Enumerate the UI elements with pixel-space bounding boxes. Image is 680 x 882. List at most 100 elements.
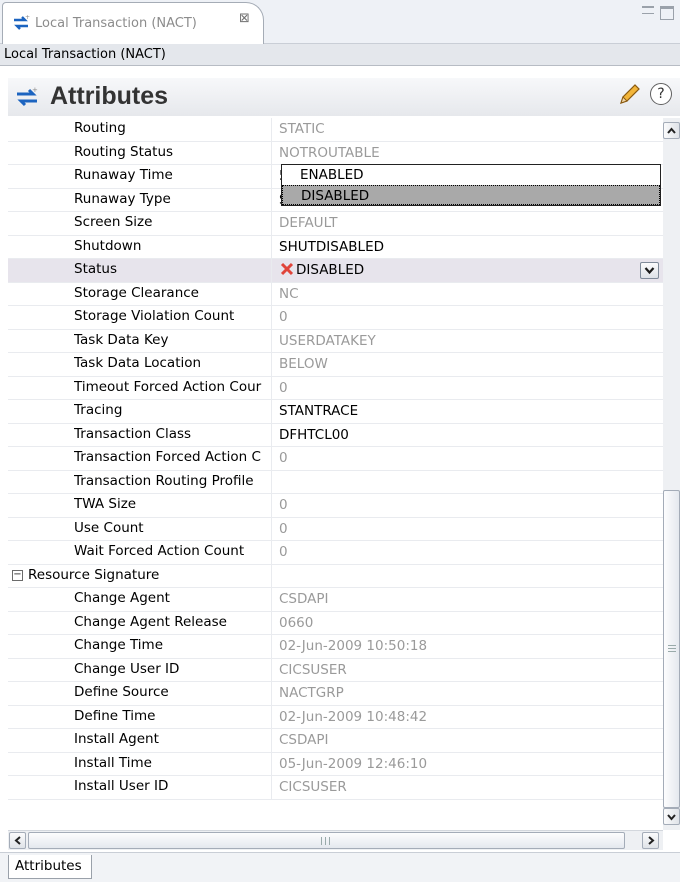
property-name: Storage Clearance	[74, 284, 199, 301]
table-row[interactable]: Routing STATIC	[8, 118, 663, 142]
collapse-icon[interactable]: −	[12, 569, 23, 581]
editor-tab[interactable]: + Local Transaction (NACT) ⊠	[2, 2, 264, 44]
vertical-scrollbar[interactable]	[663, 118, 680, 830]
close-tab-icon[interactable]: ⊠	[239, 12, 253, 26]
chevron-down-icon	[667, 814, 676, 821]
column-divider	[271, 259, 272, 282]
table-row[interactable]: Tracing STANTRACE	[8, 400, 663, 424]
edit-pencil-icon[interactable]	[616, 82, 642, 108]
section-title: Attributes	[50, 82, 169, 110]
property-name: Tracing	[74, 402, 123, 418]
property-value: 0	[279, 309, 288, 325]
property-value: 0	[279, 497, 288, 513]
table-row[interactable]: Shutdown SHUTDISABLED	[8, 235, 663, 259]
table-row[interactable]: Transaction Forced Action C 0	[8, 447, 663, 471]
property-name: Transaction Routing Profile	[74, 472, 254, 489]
property-name: Timeout Forced Action Cour	[74, 378, 262, 395]
scroll-down-button[interactable]	[663, 808, 680, 825]
table-row[interactable]: Status DISABLED	[8, 259, 663, 283]
column-divider	[271, 682, 272, 705]
column-divider	[271, 729, 272, 752]
scroll-left-button[interactable]	[9, 832, 26, 849]
table-row[interactable]: Task Data Location BELOW	[8, 353, 663, 377]
table-row[interactable]: Change User ID CICSUSER	[8, 658, 663, 682]
property-value: CSDAPI	[279, 732, 329, 748]
column-divider	[271, 235, 272, 258]
table-row[interactable]: Change Time 02-Jun-2009 10:50:18	[8, 635, 663, 659]
table-row[interactable]: Install User ID CICSUSER	[8, 776, 663, 800]
property-name: Runaway Type	[74, 190, 171, 207]
editor-tab-strip: + Local Transaction (NACT) ⊠	[0, 0, 680, 44]
svg-text:+: +	[25, 14, 30, 21]
table-row[interactable]: Define Time 02-Jun-2009 10:48:42	[8, 705, 663, 729]
status-combo-value[interactable]: DISABLED	[279, 262, 364, 278]
property-name: Define Time	[74, 707, 156, 724]
status-dropdown-list[interactable]: ENABLED DISABLED	[281, 164, 661, 206]
dropdown-option-enabled[interactable]: ENABLED	[282, 165, 660, 185]
property-value: NACTGRP	[279, 685, 344, 701]
vertical-scroll-thumb[interactable]	[663, 490, 680, 808]
table-row[interactable]: Transaction Routing Profile	[8, 470, 663, 494]
column-divider	[271, 329, 272, 352]
help-icon[interactable]: ?	[650, 83, 672, 105]
chevron-up-icon	[667, 127, 676, 134]
property-name: TWA Size	[74, 496, 137, 512]
table-row[interactable]: Transaction Class DFHTCL00	[8, 423, 663, 447]
table-row[interactable]: Use Count 0	[8, 517, 663, 541]
table-row[interactable]: Task Data Key USERDATAKEY	[8, 329, 663, 353]
column-divider	[271, 776, 272, 799]
table-row[interactable]: Storage Violation Count 0	[8, 306, 663, 330]
tab-attributes[interactable]: Attributes	[8, 855, 92, 879]
property-name: Screen Size	[74, 214, 153, 230]
column-divider	[271, 658, 272, 681]
property-value: NOTROUTABLE	[279, 144, 380, 161]
column-divider	[271, 118, 272, 141]
property-name: Task Data Key	[74, 331, 169, 348]
scroll-up-button[interactable]	[663, 122, 680, 139]
attributes-section-header: + Attributes ?	[8, 78, 680, 116]
property-value: USERDATAKEY	[279, 332, 376, 349]
property-value: CSDAPI	[279, 591, 329, 607]
column-divider	[271, 423, 272, 446]
property-value: DEFAULT	[279, 215, 338, 231]
status-dropdown-button[interactable]	[640, 262, 659, 279]
chevron-right-icon	[648, 836, 655, 845]
table-row[interactable]: Routing Status NOTROUTABLE	[8, 141, 663, 165]
table-row[interactable]: Define Source NACTGRP	[8, 682, 663, 706]
dropdown-option-disabled[interactable]: DISABLED	[282, 185, 660, 205]
table-row[interactable]: Screen Size DEFAULT	[8, 212, 663, 236]
maximize-icon[interactable]	[660, 6, 674, 20]
property-name: Change Agent	[74, 590, 170, 606]
scroll-right-button[interactable]	[642, 832, 659, 849]
property-name: Task Data Location	[74, 355, 202, 371]
property-name: Resource Signature	[28, 566, 160, 583]
table-row[interactable]: Change Agent CSDAPI	[8, 588, 663, 612]
column-divider	[271, 517, 272, 540]
table-row[interactable]: Wait Forced Action Count 0	[8, 541, 663, 565]
property-name: Routing Status	[74, 143, 174, 160]
property-value: BELOW	[279, 356, 328, 372]
chevron-left-icon	[14, 836, 21, 845]
bottom-tab-bar: Attributes	[0, 852, 680, 882]
editor-subtitle: Local Transaction (NACT)	[0, 44, 680, 66]
table-row[interactable]: Timeout Forced Action Cour 0	[8, 376, 663, 400]
column-divider	[271, 400, 272, 423]
horizontal-scrollbar[interactable]	[8, 830, 663, 850]
group-row[interactable]: − Resource Signature	[8, 564, 663, 588]
property-value: 02-Jun-2009 10:48:42	[279, 708, 428, 725]
property-value: 0660	[279, 614, 314, 631]
column-divider	[271, 541, 272, 564]
column-divider	[271, 705, 272, 728]
property-name: Transaction Forced Action C	[74, 449, 261, 465]
column-divider	[271, 588, 272, 611]
minimize-icon[interactable]	[642, 6, 654, 14]
table-row[interactable]: Change Agent Release 0660	[8, 611, 663, 635]
table-row[interactable]: Install Time 05-Jun-2009 12:46:10	[8, 752, 663, 776]
property-value: 05-Jun-2009 12:46:10	[279, 755, 428, 772]
horizontal-scroll-thumb[interactable]	[28, 832, 625, 849]
table-row[interactable]: Install Agent CSDAPI	[8, 729, 663, 753]
editor-tab-title: Local Transaction (NACT)	[35, 16, 197, 31]
property-name: Shutdown	[74, 237, 142, 254]
table-row[interactable]: TWA Size 0	[8, 494, 663, 518]
table-row[interactable]: Storage Clearance NC	[8, 282, 663, 306]
